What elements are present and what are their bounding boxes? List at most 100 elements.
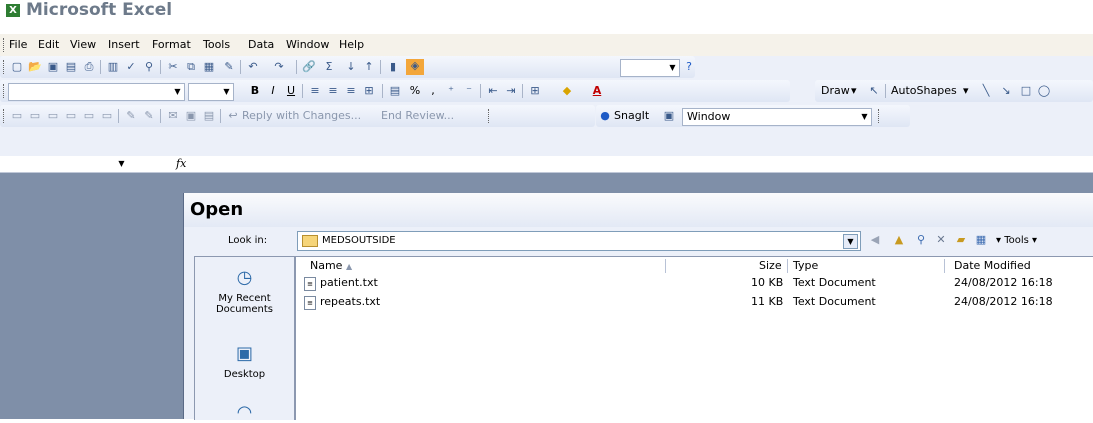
name-box[interactable]: ▼ <box>2 156 137 172</box>
back-icon[interactable]: ◀ <box>868 233 882 247</box>
draw-menu[interactable]: Draw <box>821 84 850 97</box>
underline-button[interactable]: U <box>284 84 298 98</box>
menu-tools[interactable]: Tools <box>203 38 230 51</box>
menu-view[interactable]: View <box>70 38 96 51</box>
file-row[interactable]: ≡ patient.txt 10 KB Text Document 24/08/… <box>296 276 1093 292</box>
function-icon[interactable]: fx <box>176 157 186 170</box>
chevron-down-icon[interactable]: ▼ <box>859 110 870 124</box>
decrease-indent-icon[interactable]: ⇤ <box>486 84 500 98</box>
toolbar-grip-icon[interactable] <box>3 84 7 98</box>
send-icon[interactable]: ✉ <box>166 109 180 123</box>
toolbar-grip-icon[interactable] <box>488 109 492 123</box>
format-painter-icon[interactable]: ✎ <box>222 60 236 74</box>
redo-icon[interactable]: ↷ <box>272 60 286 74</box>
draw-menu-arrow-icon[interactable]: ▾ <box>851 84 857 97</box>
sort-ascending-icon[interactable]: ↓ <box>344 60 358 74</box>
align-left-icon[interactable]: ≡ <box>308 84 322 98</box>
file-row[interactable]: ≡ repeats.txt 11 KB Text Document 24/08/… <box>296 295 1093 311</box>
up-folder-icon[interactable]: ▲ <box>892 233 906 247</box>
ink-icon[interactable]: ✎ <box>124 109 138 123</box>
snagit-button[interactable]: SnagIt <box>614 109 649 122</box>
column-divider[interactable] <box>665 259 666 273</box>
copy-icon[interactable]: ⧉ <box>184 60 198 74</box>
chevron-down-icon[interactable]: ▼ <box>667 61 678 75</box>
snagit-editor-icon[interactable]: ▣ <box>662 109 676 123</box>
toolbar-grip-icon[interactable] <box>3 109 7 123</box>
look-in-combo[interactable]: MEDSOUTSIDE ▼ <box>297 231 861 251</box>
previous-comment-icon[interactable]: ▭ <box>28 109 42 123</box>
toolbar-grip-icon[interactable] <box>878 109 882 123</box>
column-header-size[interactable]: Size <box>759 259 782 275</box>
font-color-button[interactable]: A <box>590 84 604 98</box>
tools-menu[interactable]: ▾ Tools ▾ <box>996 235 1037 246</box>
delete-icon[interactable]: ✕ <box>934 233 948 247</box>
italic-button[interactable]: I <box>266 84 280 98</box>
save-icon[interactable]: ▣ <box>46 60 60 74</box>
autoshapes-arrow-icon[interactable]: ▾ <box>963 84 969 97</box>
end-review-button[interactable]: End Review... <box>381 109 454 122</box>
percent-button[interactable]: % <box>408 84 422 98</box>
update-file-icon[interactable]: ▤ <box>202 109 216 123</box>
align-right-icon[interactable]: ≡ <box>344 84 358 98</box>
drawing-icon[interactable]: ◈ <box>406 59 424 75</box>
views-icon[interactable]: ▦ <box>974 233 988 247</box>
column-divider[interactable] <box>944 259 945 273</box>
print-preview-icon[interactable]: ▥ <box>106 60 120 74</box>
increase-decimal-icon[interactable]: ⁺ <box>444 84 458 98</box>
cut-icon[interactable]: ✂ <box>166 60 180 74</box>
menu-data[interactable]: Data <box>248 38 274 51</box>
search-web-icon[interactable]: ⚲ <box>914 233 928 247</box>
rectangle-icon[interactable]: □ <box>1019 84 1033 98</box>
reply-with-changes-button[interactable]: Reply with Changes... <box>242 109 361 122</box>
protect-icon[interactable]: ▣ <box>184 109 198 123</box>
new-icon[interactable]: ▢ <box>10 60 24 74</box>
chevron-down-icon[interactable]: ▼ <box>221 85 232 99</box>
menu-format[interactable]: Format <box>152 38 191 51</box>
autosum-icon[interactable]: Σ <box>322 60 336 74</box>
line-icon[interactable]: ╲ <box>979 84 993 98</box>
menu-insert[interactable]: Insert <box>108 38 140 51</box>
bold-button[interactable]: B <box>248 84 262 98</box>
permission-icon[interactable]: ▤ <box>64 60 78 74</box>
snagit-mode-combo[interactable]: Window ▼ <box>682 108 872 126</box>
column-header-type[interactable]: Type <box>793 259 818 275</box>
next-comment-icon[interactable]: ▭ <box>46 109 60 123</box>
help-icon[interactable]: ? <box>682 60 696 74</box>
open-icon[interactable]: 📂 <box>28 60 42 74</box>
merge-center-icon[interactable]: ⊞ <box>362 84 376 98</box>
sort-descending-icon[interactable]: ↑ <box>362 60 376 74</box>
chevron-down-icon[interactable]: ▼ <box>172 85 183 99</box>
delete-comment-icon[interactable]: ▭ <box>82 109 96 123</box>
hyperlink-icon[interactable]: 🔗 <box>302 60 316 74</box>
menu-edit[interactable]: Edit <box>38 38 59 51</box>
print-icon[interactable]: ⎙ <box>82 60 96 74</box>
increase-indent-icon[interactable]: ⇥ <box>504 84 518 98</box>
font-size-combo[interactable]: ▼ <box>188 83 234 101</box>
menu-window[interactable]: Window <box>286 38 329 51</box>
erase-ink-icon[interactable]: ✎ <box>142 109 156 123</box>
select-objects-icon[interactable]: ↖ <box>867 84 881 98</box>
column-divider[interactable] <box>787 259 788 273</box>
show-comment-icon[interactable]: ▭ <box>10 109 24 123</box>
comma-button[interactable]: , <box>426 84 440 98</box>
show-all-comments-icon[interactable]: ▭ <box>64 109 78 123</box>
zoom-combo[interactable]: ▼ <box>620 59 680 77</box>
research-icon[interactable]: ⚲ <box>142 60 156 74</box>
borders-icon[interactable]: ⊞ <box>528 84 542 98</box>
new-folder-icon[interactable]: ▰ <box>954 233 968 247</box>
menu-file[interactable]: File <box>9 38 27 51</box>
decrease-decimal-icon[interactable]: ⁻ <box>462 84 476 98</box>
reply-icon[interactable]: ↩ <box>226 109 240 123</box>
fill-color-icon[interactable]: ◆ <box>560 84 574 98</box>
snagit-capture-icon[interactable]: ● <box>598 109 612 123</box>
align-center-icon[interactable]: ≡ <box>326 84 340 98</box>
autoshapes-menu[interactable]: AutoShapes <box>891 84 957 97</box>
spelling-icon[interactable]: ✓ <box>124 60 138 74</box>
menu-grip-icon[interactable] <box>3 38 7 52</box>
chart-wizard-icon[interactable]: ▮ <box>386 60 400 74</box>
chevron-down-icon[interactable]: ▼ <box>116 157 127 171</box>
arrow-icon[interactable]: ↘ <box>999 84 1013 98</box>
track-changes-icon[interactable]: ▭ <box>100 109 114 123</box>
toolbar-grip-icon[interactable] <box>3 60 7 74</box>
place-desktop[interactable]: ▣ Desktop <box>195 341 294 380</box>
